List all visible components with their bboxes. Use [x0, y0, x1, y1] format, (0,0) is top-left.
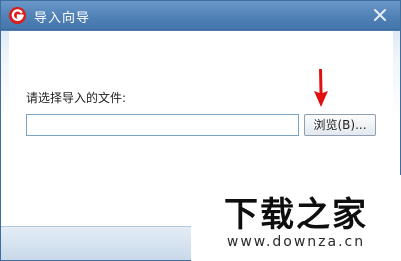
watermark-title: 下载之家 — [224, 195, 368, 235]
watermark-url: www.downza.cn — [226, 234, 366, 250]
browse-button[interactable]: 浏览(B)... — [304, 114, 376, 136]
red-arrow-icon — [314, 69, 328, 107]
window-title: 导入向导 — [34, 11, 91, 26]
file-path-input[interactable] — [26, 114, 299, 136]
file-prompt-label: 请选择导入的文件: — [26, 91, 127, 105]
app-logo-icon — [8, 6, 27, 25]
watermark-overlay: 下载之家 www.downza.cn — [191, 175, 401, 261]
title-bar: 导入向导 — [1, 1, 400, 30]
close-icon[interactable] — [370, 5, 390, 25]
